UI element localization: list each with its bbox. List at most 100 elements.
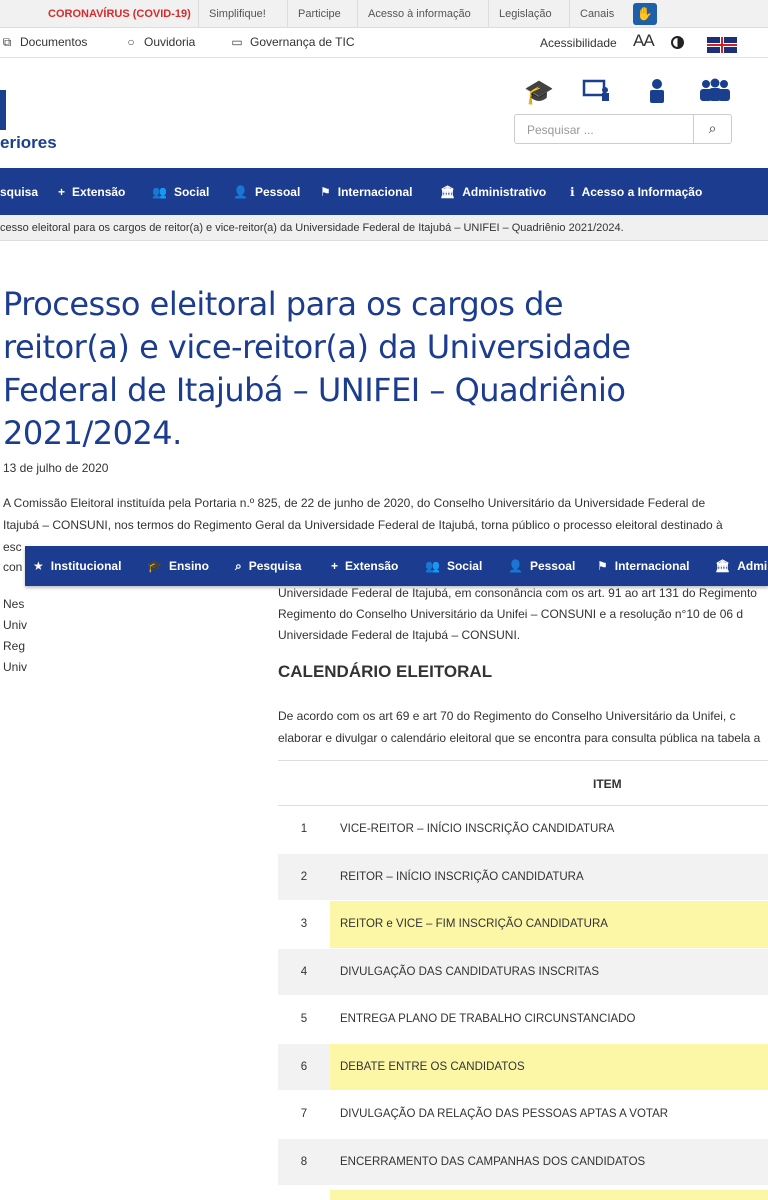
table-row: 2 REITOR – INÍCIO INSCRIÇÃO CANDIDATURA <box>278 853 768 901</box>
people-group-icon[interactable] <box>698 78 732 109</box>
row-item-text: REITOR e VICE – FIM INSCRIÇÃO CANDIDATUR… <box>330 901 768 948</box>
logo-mark[interactable] <box>0 90 6 130</box>
nav-label: Institucional <box>50 559 122 573</box>
table-row: 8 ENCERRAMENTO DAS CAMPANHAS DOS CANDIDAT… <box>278 1138 768 1186</box>
sticky-nav-internacional[interactable]: ⚑ Internacional <box>597 559 689 573</box>
sticky-nav-institucional[interactable]: ★ Institucional <box>33 559 121 573</box>
nav-item-pesquisa[interactable]: squisa <box>0 185 38 199</box>
uk-flag-icon[interactable] <box>707 37 737 53</box>
paragraph-line: Universidade Federal de Itajubá – CONSUN… <box>278 628 521 642</box>
nav-label: Internacional <box>337 185 413 199</box>
nav-item-social[interactable]: 👥 Social <box>152 185 209 199</box>
side-text-fragment: Univ <box>3 618 28 632</box>
nav-label: Admi <box>737 559 768 573</box>
nav-label: Acesso a Informação <box>581 185 703 199</box>
user-icon: 👤 <box>233 185 248 199</box>
logo-text-fragment[interactable]: eriores <box>0 133 57 153</box>
search-box: Pesquisar ... ⌕ <box>514 114 732 144</box>
table-row: 5 ENTREGA PLANO DE TRABALHO CIRCUNSTANCIA… <box>278 996 768 1044</box>
row-item-text: DEBATE ENTRE OS CANDIDATOS <box>330 1043 768 1090</box>
row-item-text: ENTREGA PLANO DE TRABALHO CIRCUNSTANCIAD… <box>340 1013 636 1025</box>
graduation-cap-icon[interactable]: 🎓 <box>522 78 556 107</box>
bank-icon: 🏛 <box>440 185 456 199</box>
contrast-icon[interactable] <box>671 36 684 49</box>
table-header: ITEM <box>278 760 768 806</box>
govbar-link-participe[interactable]: Participe <box>287 0 351 28</box>
nav-item-acesso-informacao[interactable]: ℹ Acesso a Informação <box>570 185 702 199</box>
speech-bubble-icon: ○ <box>127 35 135 49</box>
bank-icon: 🏛 <box>715 559 731 573</box>
nav-label: Social <box>446 559 483 573</box>
flag-icon: ⚑ <box>320 185 331 199</box>
users-icon: 👥 <box>152 185 167 199</box>
paragraph-line: elaborar e divulgar o calendário eleitor… <box>278 731 761 745</box>
plus-icon: + <box>331 559 339 573</box>
secondary-nav: ⧉ Documentos ○ Ouvidoria ▭ Governança de TI… <box>0 28 768 58</box>
sticky-nav-ensino[interactable]: 🎓 Ensino <box>147 559 209 573</box>
table-row: 1 VICE-REITOR – INÍCIO INSCRIÇÃO CANDIDAT… <box>278 806 768 854</box>
row-number: 6 <box>300 1060 308 1073</box>
paragraph-line: Universidade Federal de Itajubá, em cons… <box>278 586 757 600</box>
libras-hand-icon[interactable]: ✋ <box>633 3 657 25</box>
row-item-text: DIVULGAÇÃO DAS CANDIDATURAS INSCRITAS <box>340 965 600 978</box>
graduation-cap-icon: 🎓 <box>147 559 162 573</box>
calendar-table: ITEM 1 VICE-REITOR – INÍCIO INSCRIÇÃO CAN… <box>278 760 768 1186</box>
paragraph-line: A Comissão Eleitoral instituída pela Por… <box>3 496 706 510</box>
page-title: Processo eleitoral para os cargos de rei… <box>3 285 631 452</box>
govbar-link-legislacao[interactable]: Legislação <box>488 0 562 28</box>
nav-label: Pesquisa <box>248 559 302 573</box>
users-icon: 👥 <box>425 559 440 573</box>
govbar-link-canais[interactable]: Canais <box>569 0 624 28</box>
nav-item-pessoal[interactable]: 👤 Pessoal <box>233 185 300 199</box>
staff-person-icon[interactable] <box>640 78 674 111</box>
row-item-text: VICE-REITOR – INÍCIO INSCRIÇÃO CANDIDATU… <box>340 823 615 835</box>
nav-item-administrativo[interactable]: 🏛 Administrativo <box>440 185 546 199</box>
breadcrumb: cesso eleitoral para os cargos de reitor… <box>0 215 768 241</box>
sticky-main-nav: ★ Institucional 🎓 Ensino ⌕ Pesquisa + Extens… <box>25 546 768 586</box>
row-number: 2 <box>300 870 308 883</box>
accessibility-link[interactable]: Acessibilidade <box>540 36 617 50</box>
sticky-nav-social[interactable]: 👥 Social <box>425 559 482 573</box>
governanca-label: Governança de TIC <box>250 35 355 49</box>
govbar-link-simplifique[interactable]: Simplifique! <box>198 0 276 28</box>
sticky-nav-pessoal[interactable]: 👤 Pessoal <box>508 559 575 573</box>
documentos-label: Documentos <box>20 35 88 49</box>
sticky-nav-extensao[interactable]: + Extensão <box>331 559 398 573</box>
font-size-toggle[interactable]: AA <box>633 31 655 51</box>
user-icon: 👤 <box>508 559 523 573</box>
paragraph-line: Itajubá – CONSUNI, nos termos do Regimen… <box>3 518 723 532</box>
regimento-paragraph: Universidade Federal de Itajubá, em cons… <box>278 583 768 646</box>
governanca-link[interactable]: ▭ Governança de TIC <box>230 35 355 49</box>
nav-label: Administrativo <box>462 185 547 199</box>
table-row: 7 DIVULGAÇÃO DA RELAÇÃO DAS PESSOAS APTAS… <box>278 1091 768 1139</box>
nav-item-internacional[interactable]: ⚑ Internacional <box>320 185 412 199</box>
covid-link[interactable]: CORONAVÍRUS (COVID-19) <box>38 0 201 28</box>
nav-label: Internacional <box>614 559 690 573</box>
search-input[interactable]: Pesquisar ... <box>527 123 594 137</box>
documentos-link[interactable]: ⧉ Documentos <box>0 35 88 50</box>
info-icon: ℹ <box>570 185 575 199</box>
star-icon: ★ <box>33 559 44 573</box>
gov-top-bar: CORONAVÍRUS (COVID-19) Simplifique! Part… <box>0 0 768 28</box>
row-item-text: REITOR – INÍCIO INSCRIÇÃO CANDIDATURA <box>340 870 584 883</box>
teacher-board-icon[interactable] <box>580 78 614 109</box>
table-row: 3 REITOR e VICE – FIM INSCRIÇÃO CANDIDATU… <box>278 901 768 949</box>
ouvidoria-link[interactable]: ○ Ouvidoria <box>124 35 195 49</box>
publish-date: 13 de julho de 2020 <box>3 461 109 475</box>
sticky-nav-pesquisa[interactable]: ⌕ Pesquisa <box>235 559 301 574</box>
paragraph-line: Regimento do Conselho Universitário da U… <box>278 607 744 621</box>
side-text-fragment: con <box>3 560 23 574</box>
nav-item-extensao[interactable]: + Extensão <box>58 185 125 199</box>
nav-label: Social <box>173 185 210 199</box>
calendar-heading: CALENDÁRIO ELEITORAL <box>278 662 493 681</box>
govbar-link-acesso[interactable]: Acesso à informação <box>357 0 481 28</box>
row-number: 8 <box>300 1155 308 1168</box>
paragraph-line: De acordo com os art 69 e art 70 do Regi… <box>278 709 736 723</box>
row-number: 7 <box>300 1108 308 1120</box>
nav-label: Pessoal <box>529 559 576 573</box>
sticky-nav-administrativo[interactable]: 🏛 Admi <box>715 559 767 573</box>
flag-icon: ⚑ <box>597 559 608 573</box>
main-nav: squisa + Extensão 👥 Social 👤 Pessoal ⚑ Inter… <box>0 168 768 215</box>
nav-label: Ensino <box>168 559 209 573</box>
search-button[interactable]: ⌕ <box>693 115 731 143</box>
